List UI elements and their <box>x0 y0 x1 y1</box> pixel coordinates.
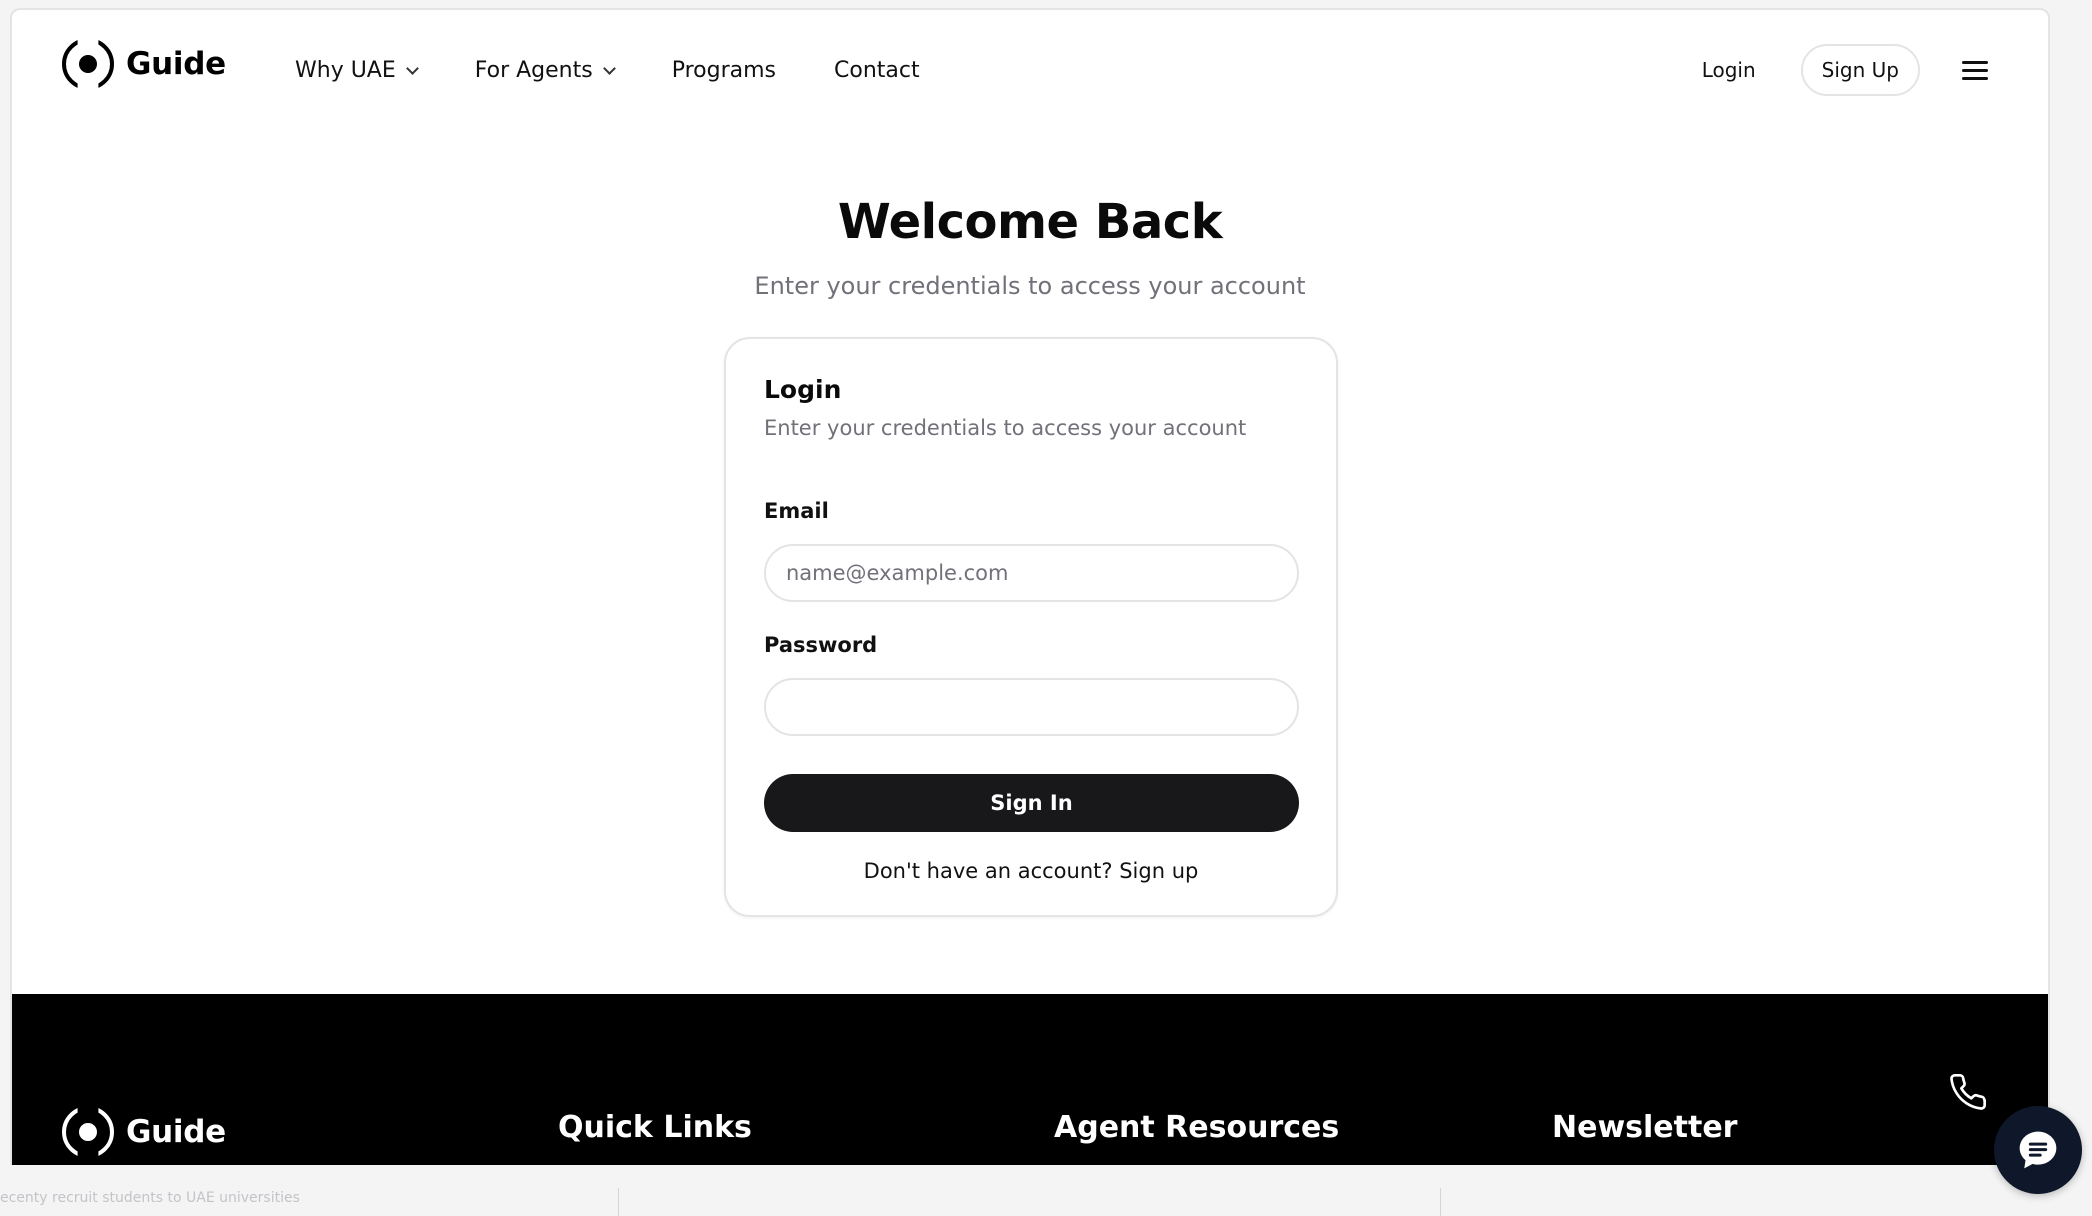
footer-heading-quick-links: Quick Links <box>558 1110 752 1145</box>
signup-prompt: Don't have an account? Sign up <box>726 859 1336 883</box>
signup-prompt-text: Don't have an account? <box>863 859 1113 883</box>
footer-heading-agent-resources: Agent Resources <box>1054 1110 1340 1145</box>
logo-icon <box>62 38 114 90</box>
top-navbar: Guide Why UAE For Agents Programs Contac… <box>12 10 2048 114</box>
background-page-text: ecenty recruit students to UAE universit… <box>0 1190 300 1206</box>
footer-brand-name: Guide <box>126 1114 226 1150</box>
footer-heading-newsletter: Newsletter <box>1552 1110 1738 1145</box>
brand-name: Guide <box>126 46 226 82</box>
nav-item-contact[interactable]: Contact <box>834 58 920 83</box>
password-field[interactable] <box>764 678 1299 736</box>
signup-button[interactable]: Sign Up <box>1800 44 1920 96</box>
nav-links: Why UAE For Agents Programs Contact <box>295 50 978 90</box>
email-label: Email <box>764 499 829 523</box>
menu-icon[interactable] <box>1962 59 1988 81</box>
nav-item-label: Why UAE <box>295 57 396 83</box>
email-field[interactable] <box>764 544 1299 602</box>
footer: Guide Quick Links Agent Resources Newsle… <box>12 994 2048 1165</box>
nav-item-why-uae[interactable]: Why UAE <box>295 57 419 83</box>
nav-item-label: Contact <box>834 57 920 83</box>
nav-item-programs[interactable]: Programs <box>672 58 776 83</box>
page-title: Welcome Back <box>837 194 1223 250</box>
chevron-down-icon <box>602 61 616 75</box>
chevron-down-icon <box>405 61 419 75</box>
browser-viewport: Guide Why UAE For Agents Programs Contac… <box>0 0 2092 1216</box>
footer-brand-logo[interactable]: Guide <box>62 1104 226 1160</box>
nav-item-for-agents[interactable]: For Agents <box>474 57 616 83</box>
divider <box>618 1188 619 1216</box>
card-subtitle: Enter your credentials to access your ac… <box>764 416 1247 440</box>
nav-item-label: Programs <box>671 57 777 83</box>
logo-icon <box>62 1106 114 1158</box>
card-title: Login <box>764 375 842 404</box>
sign-in-button[interactable]: Sign In <box>764 774 1299 832</box>
brand-logo[interactable]: Guide <box>62 36 226 92</box>
login-link[interactable]: Login <box>1702 58 1756 82</box>
chat-widget-button[interactable] <box>1994 1106 2082 1194</box>
page-subtitle: Enter your credentials to access your ac… <box>754 272 1306 300</box>
divider <box>1440 1188 1441 1216</box>
nav-item-label: For Agents <box>474 57 593 83</box>
signup-link[interactable]: Sign up <box>1119 859 1198 883</box>
login-card: Login Enter your credentials to access y… <box>724 337 1338 917</box>
password-label: Password <box>764 633 878 657</box>
chat-icon <box>2019 1131 2057 1169</box>
phone-icon[interactable] <box>1948 1072 1988 1112</box>
nav-actions: Login Sign Up <box>1702 44 1988 96</box>
page-frame: Guide Why UAE For Agents Programs Contac… <box>10 8 2050 1165</box>
